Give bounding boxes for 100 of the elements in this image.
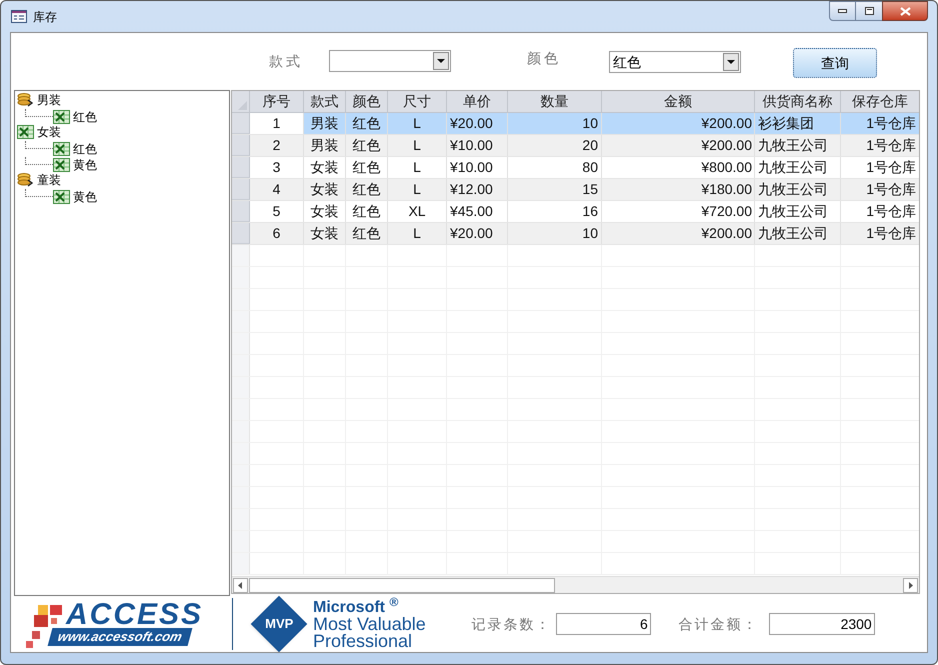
row-selector[interactable] [232, 509, 250, 530]
scroll-left-icon[interactable] [233, 578, 248, 592]
table-cell: ¥12.00 [447, 179, 508, 200]
row-selector[interactable] [232, 179, 250, 200]
table-cell: L [388, 135, 447, 156]
table-cell: 6 [250, 223, 304, 244]
table-cell: 衫衫集团 [755, 113, 841, 134]
tree-node[interactable]: 女装 [36, 125, 62, 139]
row-selector[interactable] [232, 333, 250, 354]
row-selector[interactable] [232, 223, 250, 244]
form-icon [11, 10, 27, 23]
table-cell: ¥200.00 [602, 113, 755, 134]
table-cell: 女装 [304, 223, 346, 244]
table-cell: 男装 [304, 135, 346, 156]
close-button[interactable] [882, 1, 928, 21]
table-row[interactable]: 3 女装 红色 L ¥10.00 80 ¥800.00 九牧王公司 1号仓库 [232, 157, 919, 179]
mvp-title: Microsoft $^{®}$ [313, 598, 400, 616]
table-cell: 红色 [346, 223, 388, 244]
color-dropdown[interactable]: 红色 [609, 51, 741, 73]
table-row[interactable]: 2 男装 红色 L ¥10.00 20 ¥200.00 九牧王公司 1号仓库 [232, 135, 919, 157]
coins-icon [17, 173, 34, 187]
table-cell: 10 [508, 223, 602, 244]
filter-label: 款式 [269, 52, 303, 71]
table-cell: ¥45.00 [447, 201, 508, 222]
table-cell: 男装 [304, 113, 346, 134]
row-selector[interactable] [232, 289, 250, 310]
spreadsheet-icon [53, 158, 70, 172]
column-header[interactable]: 保存仓库 [841, 91, 919, 112]
row-selector[interactable] [232, 245, 250, 266]
table-cell: 红色 [346, 179, 388, 200]
column-header[interactable]: 尺寸 [388, 91, 447, 112]
row-selector[interactable] [232, 465, 250, 486]
row-selector[interactable] [232, 421, 250, 442]
row-selector[interactable] [232, 135, 250, 156]
total-amount-label: 合计金额： [678, 614, 759, 634]
maximize-icon [864, 7, 874, 15]
scroll-right-icon[interactable] [903, 578, 918, 592]
row-selector[interactable] [232, 531, 250, 552]
table-cell: 4 [250, 179, 304, 200]
spreadsheet-icon [17, 125, 34, 139]
table-cell: ¥200.00 [602, 223, 755, 244]
total-amount-field: 2300 [768, 613, 875, 635]
column-header[interactable]: 序号 [250, 91, 304, 112]
record-count-field: 6 [556, 613, 651, 635]
spreadsheet-icon [53, 142, 70, 156]
tree-node[interactable]: 黄色 [72, 158, 98, 172]
row-selector[interactable] [232, 443, 250, 464]
row-selector[interactable] [232, 113, 250, 134]
logo-title: ACCESS [66, 599, 204, 631]
table-cell: 20 [508, 135, 602, 156]
table-row[interactable]: 6 女装 红色 L ¥20.00 10 ¥200.00 九牧王公司 1号仓库 [232, 223, 919, 245]
table-cell: ¥10.00 [447, 157, 508, 178]
column-header[interactable]: 数量 [508, 91, 602, 112]
column-header[interactable]: 供货商名称 [755, 91, 841, 112]
maximize-button[interactable] [856, 1, 882, 21]
table-cell: L [388, 113, 447, 134]
row-selector[interactable] [232, 377, 250, 398]
row-selector[interactable] [232, 487, 250, 508]
tree-node[interactable]: 红色 [72, 142, 98, 156]
tree-node[interactable]: 童装 [36, 173, 62, 187]
table-row[interactable]: 5 女装 红色 XL ¥45.00 16 ¥720.00 九牧王公司 1号仓库 [232, 201, 919, 223]
table-cell: ¥180.00 [602, 179, 755, 200]
table-cell: 女装 [304, 179, 346, 200]
query-button[interactable]: 查询 [793, 48, 877, 78]
table-row[interactable]: 1 男装 红色 L ¥20.00 10 ¥200.00 衫衫集团 1号仓库 [232, 113, 919, 135]
minimize-button[interactable] [829, 1, 856, 21]
table-cell: 九牧王公司 [755, 179, 841, 200]
spreadsheet-icon [53, 110, 70, 124]
mvp-badge: MVP [250, 596, 308, 652]
column-header[interactable]: 单价 [447, 91, 508, 112]
record-count-label: 记录条数： [472, 614, 552, 634]
table-cell: 红色 [346, 135, 388, 156]
row-selector[interactable] [232, 355, 250, 376]
row-selector[interactable] [232, 201, 250, 222]
tree-node[interactable]: 红色 [72, 110, 98, 124]
table-row[interactable]: 4 女装 红色 L ¥12.00 15 ¥180.00 九牧王公司 1号仓库 [232, 179, 919, 201]
column-header[interactable]: 金额 [602, 91, 755, 112]
table-cell: ¥20.00 [447, 223, 508, 244]
table-cell: 2 [250, 135, 304, 156]
row-selector[interactable] [232, 311, 250, 332]
minimize-icon [838, 9, 847, 13]
table-cell: ¥200.00 [602, 135, 755, 156]
table-cell: ¥20.00 [447, 113, 508, 134]
window-title: 库存 [33, 10, 57, 24]
column-header[interactable]: 款式 [304, 91, 346, 112]
style-dropdown[interactable] [329, 50, 451, 72]
tree-node[interactable]: 男装 [36, 93, 62, 107]
column-header[interactable]: 颜色 [346, 91, 388, 112]
table-cell: 1号仓库 [841, 179, 919, 200]
table-cell: 1号仓库 [841, 113, 919, 134]
mvp-line: Most Valuable [313, 616, 426, 632]
row-selector[interactable] [232, 399, 250, 420]
dropdown-value: 红色 [612, 52, 642, 72]
row-selector[interactable] [232, 157, 250, 178]
table-cell: ¥10.00 [447, 135, 508, 156]
table-cell: 1号仓库 [841, 223, 919, 244]
tree-node[interactable]: 黄色 [72, 190, 98, 204]
row-selector[interactable] [232, 267, 250, 288]
table-cell: 10 [508, 113, 602, 134]
mvp-line: Professional [313, 632, 414, 650]
